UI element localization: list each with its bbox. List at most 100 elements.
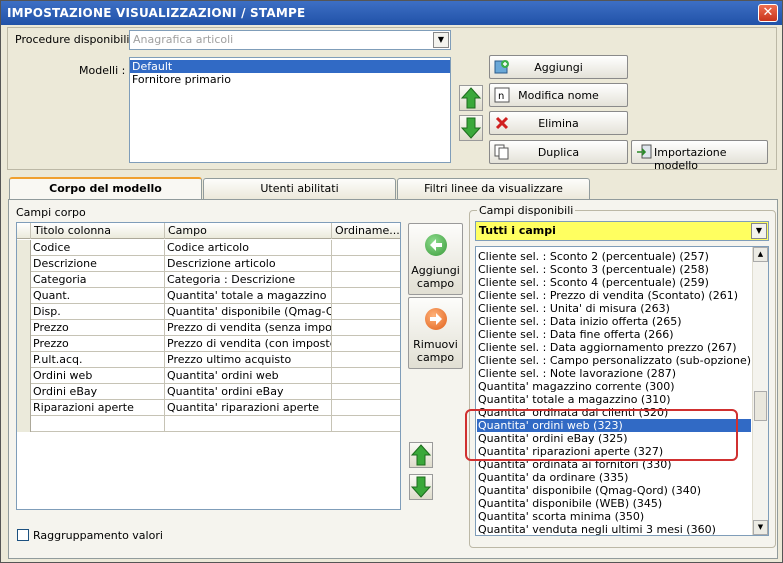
list-item[interactable]: Cliente sel. : Campo personalizzato (sub… xyxy=(478,354,768,367)
cell-titolo[interactable]: Disp. xyxy=(31,304,165,320)
cell-campo[interactable]: Quantita' riparazioni aperte xyxy=(165,400,332,416)
scroll-thumb[interactable] xyxy=(754,391,767,421)
cell-ordinamento[interactable] xyxy=(332,416,400,432)
cell-ordinamento[interactable] xyxy=(332,256,400,272)
row-header[interactable] xyxy=(17,352,31,368)
row-header[interactable] xyxy=(17,320,31,336)
cell-campo[interactable]: Quantita' ordini eBay xyxy=(165,384,332,400)
table-row[interactable]: PrezzoPrezzo di vendita (senza imposte) xyxy=(17,320,400,336)
modello-fornitore[interactable]: Fornitore primario xyxy=(130,73,450,86)
cell-campo[interactable]: Quantita' ordini web xyxy=(165,368,332,384)
cell-ordinamento[interactable] xyxy=(332,368,400,384)
modelli-list[interactable]: Default Fornitore primario xyxy=(129,57,451,163)
table-row[interactable]: Quant. Quantita' totale a magazzino xyxy=(17,288,400,304)
list-item[interactable]: Cliente sel. : Sconto 4 (percentuale) (2… xyxy=(478,276,709,289)
move-field-up-button[interactable] xyxy=(409,442,433,468)
table-row[interactable]: Categoria Categoria : Descrizione xyxy=(17,272,400,288)
cell-campo[interactable] xyxy=(165,416,332,432)
table-row[interactable] xyxy=(17,416,400,432)
cell-ordinamento[interactable] xyxy=(332,400,400,416)
close-button[interactable]: ✕ xyxy=(758,4,778,22)
cell-ordinamento[interactable] xyxy=(332,304,400,320)
cell-titolo[interactable]: Ordini eBay xyxy=(31,384,165,400)
cell-titolo[interactable]: Quant. xyxy=(31,288,165,304)
move-model-down-button[interactable] xyxy=(459,115,483,141)
row-header[interactable] xyxy=(17,256,31,272)
row-header[interactable] xyxy=(17,368,31,384)
list-item[interactable]: Cliente sel. : Note lavorazione (287) xyxy=(478,367,676,380)
table-row[interactable]: Codice Codice articolo xyxy=(17,240,400,256)
cell-campo[interactable]: Quantita' totale a magazzino xyxy=(165,288,332,304)
row-header[interactable] xyxy=(17,336,31,352)
cell-titolo[interactable] xyxy=(31,416,165,432)
list-item[interactable]: Quantita' da ordinare (335) xyxy=(478,471,628,484)
cell-titolo[interactable]: Descrizione xyxy=(31,256,165,272)
modello-default[interactable]: Default xyxy=(130,60,450,73)
cell-ordinamento[interactable] xyxy=(332,272,400,288)
cell-ordinamento[interactable] xyxy=(332,240,400,256)
modifica-nome-button[interactable]: n Modifica nome xyxy=(489,83,628,107)
row-header[interactable] xyxy=(17,272,31,288)
col-titolo-colonna[interactable]: Titolo colonna xyxy=(31,223,165,239)
table-row[interactable]: Ordini web Quantita' ordini web xyxy=(17,368,400,384)
table-row[interactable]: P.ult.acq. Prezzo ultimo acquisto xyxy=(17,352,400,368)
list-item[interactable]: Cliente sel. : Data aggiornamento prezzo… xyxy=(478,341,737,354)
table-row[interactable]: Riparazioni aperte Quantita' riparazioni … xyxy=(17,400,400,416)
raggruppamento-checkbox[interactable] xyxy=(17,529,29,541)
cell-titolo[interactable]: Ordini web xyxy=(31,368,165,384)
rimuovi-campo-button[interactable]: Rimuovi campo xyxy=(408,297,463,369)
table-row[interactable]: Disp.Quantita' disponibile (Qmag-Qor... xyxy=(17,304,400,320)
importazione-modello-button[interactable]: Importazione modello xyxy=(631,140,768,172)
campi-disponibili-list[interactable]: Cliente sel. : Sconto 2 (percentuale) (2… xyxy=(475,246,769,536)
row-header[interactable] xyxy=(17,384,31,400)
cell-titolo[interactable]: Riparazioni aperte xyxy=(31,400,165,416)
cell-campo[interactable]: Categoria : Descrizione xyxy=(165,272,332,288)
duplica-button[interactable]: Duplica xyxy=(489,140,628,164)
procedure-select[interactable]: Anagrafica articoli ▼ xyxy=(129,30,451,50)
tab-utenti-abilitati[interactable]: Utenti abilitati xyxy=(203,178,396,200)
cell-ordinamento[interactable] xyxy=(332,288,400,304)
list-item[interactable]: Cliente sel. : Prezzo di vendita (Sconta… xyxy=(478,289,738,302)
list-item[interactable]: Quantita' disponibile (Qmag-Qord) (340) xyxy=(478,484,701,497)
list-item[interactable]: Cliente sel. : Sconto 2 (percentuale) (2… xyxy=(478,250,709,263)
cell-campo[interactable]: Codice articolo xyxy=(165,240,332,256)
chevron-down-icon[interactable]: ▼ xyxy=(433,32,449,48)
move-model-up-button[interactable] xyxy=(459,85,483,111)
aggiungi-campo-button[interactable]: Aggiungi campo xyxy=(408,223,463,295)
cell-titolo[interactable]: P.ult.acq. xyxy=(31,352,165,368)
table-row[interactable]: Descrizione Descrizione articolo xyxy=(17,256,400,272)
list-item[interactable]: Quantita' scorta minima (350) xyxy=(478,510,644,523)
list-item[interactable]: Cliente sel. : Unita' di misura (263) xyxy=(478,302,670,315)
cell-titolo[interactable]: Categoria xyxy=(31,272,165,288)
row-header[interactable] xyxy=(17,400,31,416)
cell-ordinamento[interactable] xyxy=(332,320,400,336)
cell-titolo[interactable]: Prezzo xyxy=(31,320,165,336)
table-row[interactable]: Ordini eBay Quantita' ordini eBay xyxy=(17,384,400,400)
cell-campo[interactable]: Prezzo di vendita (con imposte) xyxy=(165,336,332,352)
cell-titolo[interactable]: Codice xyxy=(31,240,165,256)
row-header[interactable] xyxy=(17,304,31,320)
move-field-down-button[interactable] xyxy=(409,474,433,500)
cell-campo[interactable]: Prezzo ultimo acquisto xyxy=(165,352,332,368)
cell-campo[interactable]: Quantita' disponibile (Qmag-Qor... xyxy=(165,304,332,320)
row-header[interactable] xyxy=(17,288,31,304)
campi-corpo-grid[interactable]: Titolo colonna Campo Ordiname... Codice C… xyxy=(16,222,401,510)
cell-titolo[interactable]: Prezzo xyxy=(31,336,165,352)
cell-ordinamento[interactable] xyxy=(332,384,400,400)
filtro-campi-select[interactable]: Tutti i campi ▼ xyxy=(475,221,769,241)
elimina-button[interactable]: Elimina xyxy=(489,111,628,135)
cell-campo[interactable]: Descrizione articolo xyxy=(165,256,332,272)
aggiungi-button[interactable]: Aggiungi xyxy=(489,55,628,79)
list-item[interactable]: Quantita' totale a magazzino (310) xyxy=(478,393,671,406)
cell-campo[interactable]: Prezzo di vendita (senza imposte) xyxy=(165,320,332,336)
cell-ordinamento[interactable] xyxy=(332,352,400,368)
cell-ordinamento[interactable] xyxy=(332,336,400,352)
tab-filtri-linee[interactable]: Filtri linee da visualizzare xyxy=(397,178,590,200)
col-ordinamento[interactable]: Ordiname... xyxy=(332,223,400,239)
chevron-down-icon[interactable]: ▼ xyxy=(751,223,767,239)
list-item[interactable]: Quantita' venduta negli ultimi 3 mesi (3… xyxy=(478,523,716,535)
vertical-scrollbar[interactable]: ▲ ▼ xyxy=(752,247,768,535)
tab-corpo-modello[interactable]: Corpo del modello xyxy=(9,177,202,200)
row-header[interactable] xyxy=(17,240,31,256)
scroll-up-icon[interactable]: ▲ xyxy=(753,247,768,262)
